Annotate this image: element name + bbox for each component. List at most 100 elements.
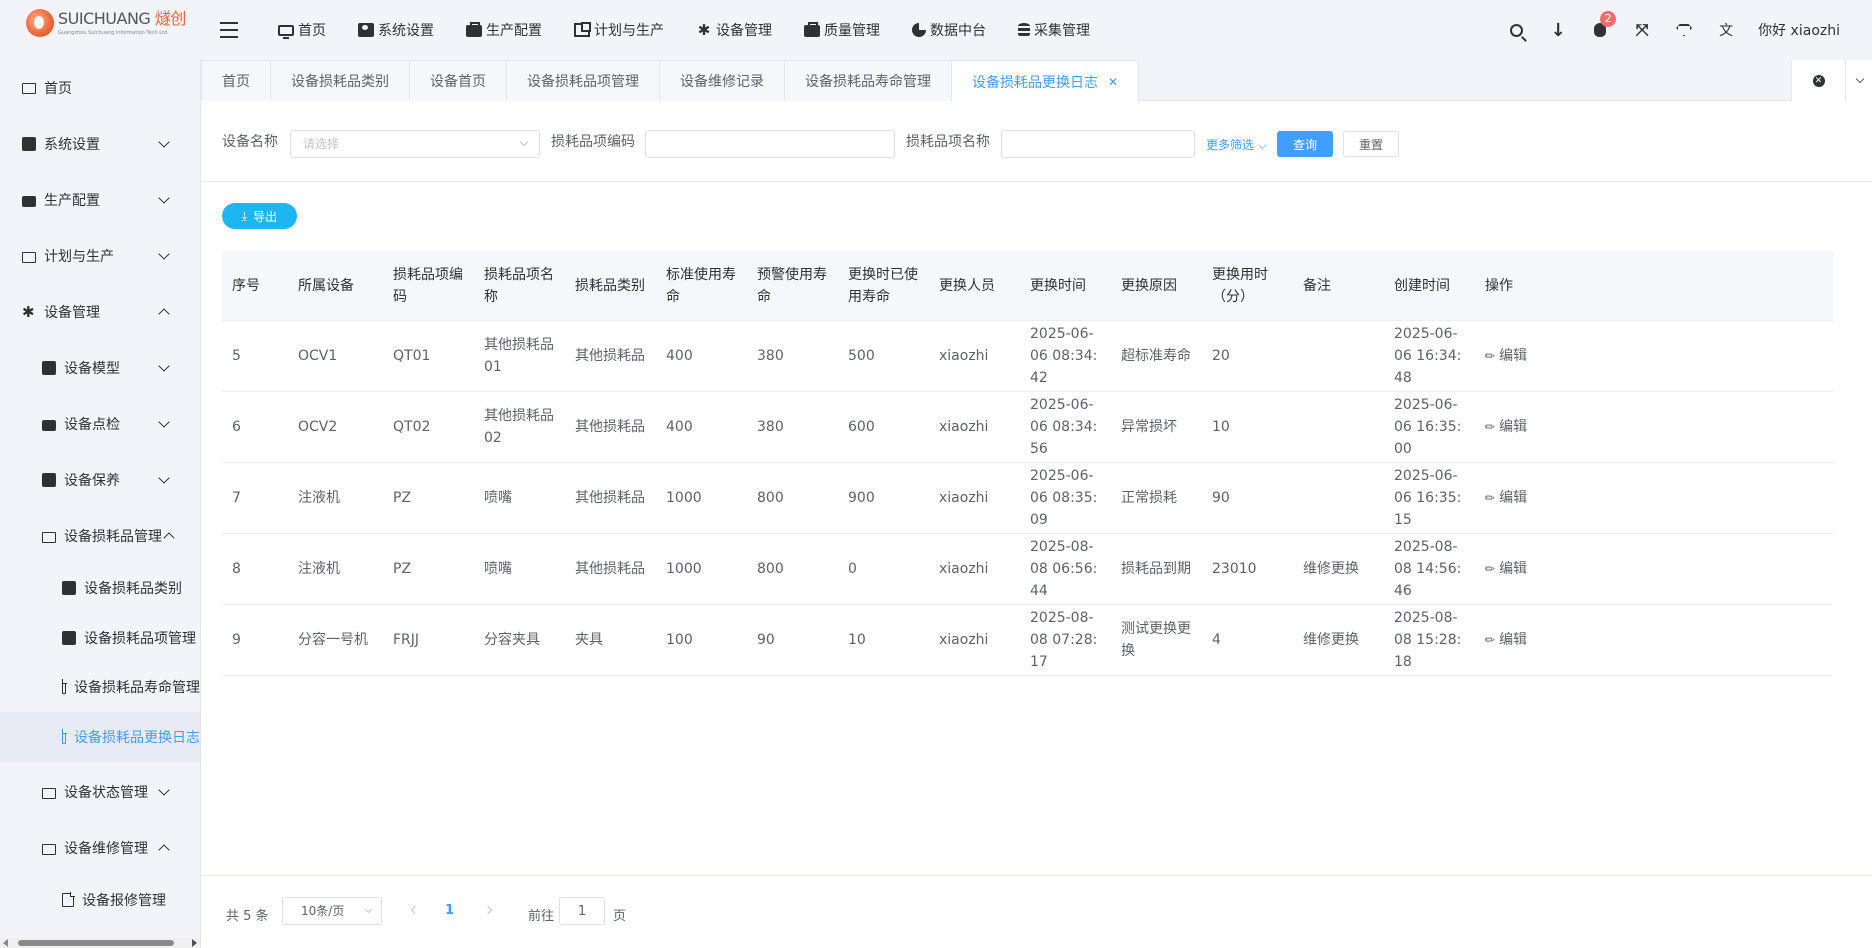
- fullscreen-icon[interactable]: ⤧: [1632, 20, 1652, 40]
- company-logo[interactable]: SUICHUANG 燧创 Guangzhou Suichuang Informa…: [26, 9, 186, 49]
- tabs-dropdown-button[interactable]: [1846, 60, 1872, 101]
- chevron-down-icon: [1855, 74, 1864, 84]
- table-cell: 380: [757, 348, 784, 364]
- table-row: 8 注液机 PZ 喷嘴 其他损耗品 1000 800 0 xiaozhi 2025-08-08 0…: [222, 534, 1833, 605]
- tab-consumable-items[interactable]: 设备损耗品项管理: [506, 60, 659, 101]
- topnav-plan-production[interactable]: 计划与生产: [574, 20, 664, 40]
- consumable-code-label: 损耗品项编码: [551, 134, 635, 150]
- chevron-up-icon: [158, 308, 170, 320]
- page-size-select[interactable]: 10条/页: [282, 897, 382, 925]
- topnav-data-center[interactable]: 数据中台: [912, 20, 986, 40]
- sidebar-item-plan-production[interactable]: 计划与生产: [0, 228, 200, 284]
- scroll-left-icon[interactable]: [3, 939, 8, 947]
- table-cell: 400: [666, 419, 693, 435]
- column-header: 序号: [232, 277, 260, 294]
- table-row: 5 OCV1 QT01 其他损耗品01 其他损耗品 400 380 500 xiaozhi 202…: [222, 321, 1833, 392]
- table-cell: 正常损耗: [1121, 490, 1177, 506]
- tab-device-home[interactable]: 设备首页: [409, 60, 506, 101]
- chevron-down-icon: [158, 784, 170, 796]
- consumable-name-input[interactable]: [1001, 130, 1195, 158]
- topnav-quality-management[interactable]: 质量管理: [804, 20, 880, 40]
- goto-page-input[interactable]: [559, 897, 605, 925]
- reset-button[interactable]: 重置: [1343, 131, 1399, 157]
- document-icon: [62, 679, 67, 694]
- prev-page-icon[interactable]: [410, 905, 420, 915]
- more-filters-link[interactable]: 更多筛选 ⌵: [1206, 136, 1267, 153]
- column-header: 操作: [1485, 277, 1513, 294]
- sidebar-item-device-inspection[interactable]: 设备点检: [0, 396, 200, 452]
- topnav-production-config[interactable]: 生产配置: [466, 20, 542, 40]
- gem-icon[interactable]: [1674, 20, 1694, 40]
- close-tab-icon[interactable]: ✕: [1108, 75, 1118, 89]
- sidebar-item-consumable-management[interactable]: 设备损耗品管理: [0, 508, 200, 564]
- table-cell: 500: [848, 348, 875, 364]
- tab-home[interactable]: 首页: [201, 60, 270, 101]
- query-button[interactable]: 查询: [1277, 131, 1333, 157]
- tab-consumable-life[interactable]: 设备损耗品寿命管理: [784, 60, 951, 101]
- close-all-tabs-button[interactable]: ✕: [1792, 60, 1846, 101]
- language-icon[interactable]: 文: [1716, 20, 1736, 40]
- inspection-icon: [42, 419, 56, 431]
- table-cell: 2025-06-06 16:35:15: [1394, 468, 1462, 528]
- page-number-current[interactable]: 1: [445, 903, 454, 918]
- sidebar-item-repair-report[interactable]: 设备报修管理: [0, 874, 200, 926]
- tab-consumable-category[interactable]: 设备损耗品类别: [270, 60, 409, 101]
- pagination: 共 5 条 10条/页 1 前往 页: [201, 875, 1872, 948]
- sidebar-item-consumable-category[interactable]: 设备损耗品类别: [0, 562, 200, 614]
- edit-button[interactable]: ✎编辑: [1482, 629, 1528, 651]
- sidebar-item-device-status[interactable]: 设备状态管理: [0, 764, 200, 820]
- column-header: 损耗品项名称: [484, 266, 554, 305]
- table-cell: 900: [848, 490, 875, 506]
- table-cell: 8: [232, 561, 241, 577]
- gear-icon: ✱: [22, 303, 35, 321]
- export-button[interactable]: ⤓ 导出: [222, 203, 297, 229]
- next-page-icon[interactable]: [483, 905, 493, 915]
- edit-button[interactable]: ✎编辑: [1482, 416, 1528, 438]
- tab-consumable-replace-log[interactable]: 设备损耗品更换日志 ✕: [951, 60, 1140, 102]
- edit-button[interactable]: ✎编辑: [1482, 345, 1528, 367]
- chevron-down-icon: [158, 416, 170, 428]
- download-icon[interactable]: ↓: [1548, 20, 1568, 41]
- column-header: 损耗品类别: [575, 277, 645, 294]
- scroll-right-icon[interactable]: [192, 939, 197, 947]
- topnav-system-settings[interactable]: 系统设置: [358, 20, 434, 40]
- briefcase-icon: [22, 195, 36, 207]
- sidebar-item-device-model[interactable]: 设备模型: [0, 340, 200, 396]
- sidebar-item-device-management[interactable]: ✱ 设备管理: [0, 284, 200, 340]
- sidebar-item-home[interactable]: 首页: [0, 60, 200, 116]
- sidebar-item-consumable-items[interactable]: 设备损耗品项管理: [0, 612, 200, 664]
- columns-icon: [42, 361, 56, 375]
- edit-button[interactable]: ✎编辑: [1482, 558, 1528, 580]
- bug-icon[interactable]: 2: [1590, 11, 1617, 40]
- sidebar-item-production-config[interactable]: 生产配置: [0, 172, 200, 228]
- document-icon: [62, 892, 75, 907]
- consumable-code-input[interactable]: [645, 130, 895, 158]
- topnav-home[interactable]: 首页: [278, 20, 326, 40]
- search-icon[interactable]: [1506, 20, 1526, 40]
- device-name-select[interactable]: 请选择: [290, 130, 540, 158]
- table-cell: 测试更换更换: [1121, 621, 1191, 659]
- edit-button[interactable]: ✎编辑: [1482, 487, 1528, 509]
- menu-toggle-icon[interactable]: [220, 22, 238, 38]
- topnav-collection-management[interactable]: 采集管理: [1018, 20, 1090, 40]
- edit-icon: ✎: [1481, 418, 1499, 436]
- sidebar-item-consumable-replace-log[interactable]: 设备损耗品更换日志: [0, 712, 200, 762]
- logo-subtitle: Guangzhou Suichuang Information Tech Ltd: [58, 30, 168, 36]
- topnav-device-management[interactable]: ✱ 设备管理: [696, 20, 772, 40]
- sidebar-item-consumable-life[interactable]: 设备损耗品寿命管理: [0, 662, 200, 712]
- user-card-icon: [22, 137, 36, 151]
- table-cell: 2025-08-08 06:56:44: [1030, 539, 1098, 599]
- edit-icon: ✎: [1481, 560, 1499, 578]
- scrollbar-thumb[interactable]: [18, 940, 174, 946]
- sidebar-item-device-repair[interactable]: 设备维修管理: [0, 820, 200, 876]
- sidebar-item-system-settings[interactable]: 系统设置: [0, 116, 200, 172]
- sidebar-item-device-maintenance[interactable]: 设备保养: [0, 452, 200, 508]
- table-cell: 400: [666, 348, 693, 364]
- sidebar-horizontal-scrollbar[interactable]: [0, 938, 200, 948]
- table-header: 序号 所属设备 损耗品项编码 损耗品项名称 损耗品类别 标准使用寿命 预警使用寿命 更换时已使…: [222, 251, 1833, 321]
- user-greeting[interactable]: 你好 xiaozhi: [1758, 20, 1840, 40]
- table-cell: 90: [1212, 490, 1230, 506]
- tab-repair-records[interactable]: 设备维修记录: [659, 60, 784, 101]
- top-nav: 首页 系统设置 生产配置 计划与生产 ✱ 设备管理 质量管理 数据中台 采集管理: [278, 0, 1122, 60]
- briefcase-icon: [804, 22, 820, 37]
